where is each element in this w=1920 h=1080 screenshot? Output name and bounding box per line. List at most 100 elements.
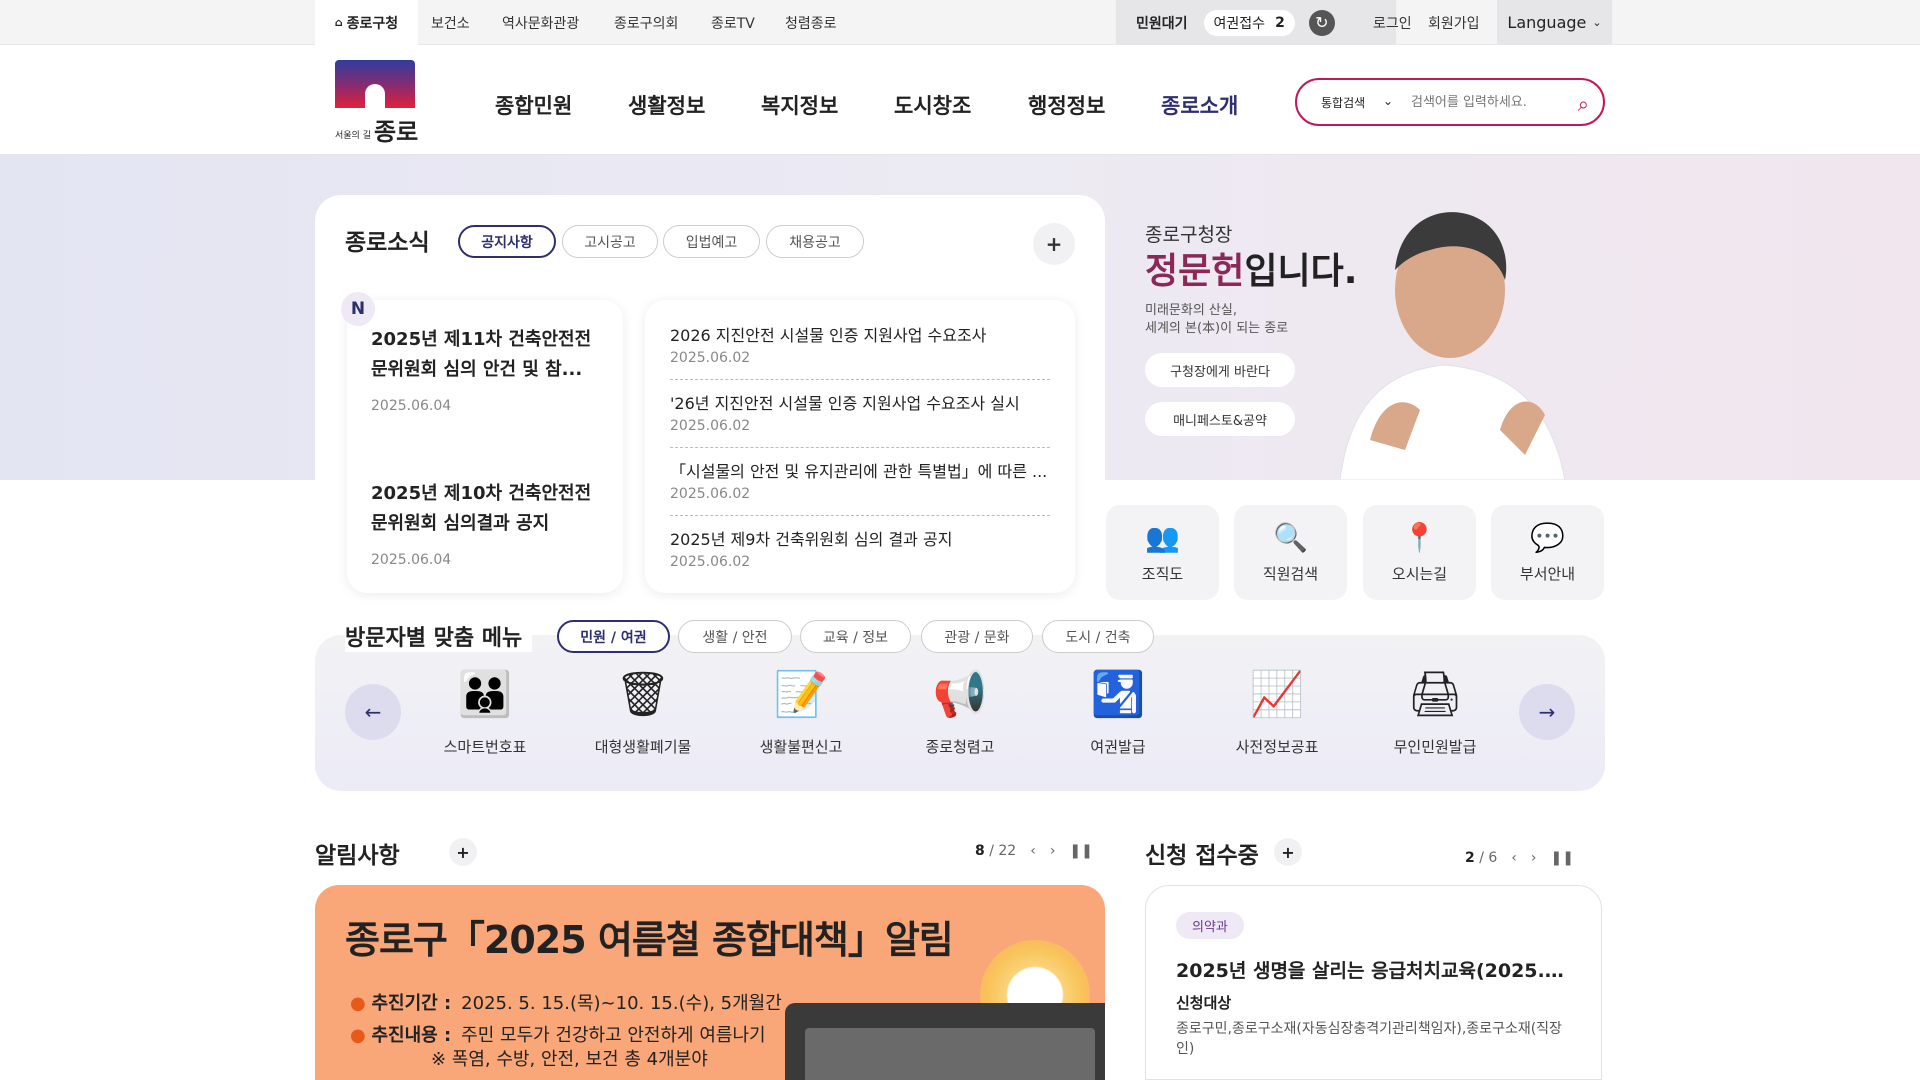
link-district-council[interactable]: 종로구의회 [614,0,678,45]
manifesto-button[interactable]: 매니페스토&공약 [1145,402,1295,436]
visitor-item-passport[interactable]: 🛂 여권발급 [1043,668,1193,757]
tab-notice[interactable]: 공지사항 [458,225,556,258]
gnb-admin[interactable]: 행정정보 [1028,90,1105,120]
gnb-about[interactable]: 종로소개 [1161,90,1238,120]
tab-announcement[interactable]: 고시공고 [562,225,658,258]
visitor-menu-title: 방문자별 맞춤 메뉴 [345,620,533,652]
mayor-photo [1339,212,1566,480]
quick-staff-search[interactable]: 🔍 직원검색 [1234,505,1347,600]
tab-legislation[interactable]: 입법예고 [663,225,760,258]
featured-date-2: 2025.06.04 [371,552,452,568]
chevron-down-icon: ⌄ [1382,93,1393,108]
plus-icon: + [1281,842,1295,862]
quick-org-chart[interactable]: 👥 조직도 [1106,505,1219,600]
banner-content: ● 추진내용 : 주민 모두가 건강하고 안전하게 여름나기 [350,1025,766,1046]
gnb-civil[interactable]: 종합민원 [495,90,572,120]
next-arrow-icon[interactable]: → [1519,684,1575,740]
pause-icon[interactable]: ❚❚ [1551,850,1574,866]
search-box: 통합검색⌄ ⌕ [1295,78,1605,126]
people-icon: 👥 [1145,521,1180,554]
gnb-city[interactable]: 도시창조 [894,90,971,120]
tab-recruit[interactable]: 채용공고 [766,225,864,258]
logo-mark [335,60,415,108]
news-more-button[interactable]: + [1033,223,1075,265]
passport-wait-pill: 여권접수 2 [1203,9,1295,36]
chart-document-icon: 📈 [1250,668,1311,730]
civil-wait-status: 민원대기 여권접수 2 ↻ [1116,0,1396,45]
chevron-left-icon[interactable]: ‹ [1030,843,1036,859]
report-icon: 📝 [774,668,835,730]
apply-more-button[interactable]: + [1274,838,1302,866]
utility-bar: ⌂ 종로구청 보건소 역사문화관광 종로구의회 종로TV 청렴종로 민원대기 여권… [0,0,1920,45]
list-item[interactable]: '26년 지진안전 시설물 인증 지원사업 수요조사 실시 2025.06.02 [670,380,1050,448]
wait-label: 민원대기 [1136,15,1188,32]
search-input[interactable] [1411,94,1561,110]
link-culture-tourism[interactable]: 역사문화관광 [502,0,579,45]
vtab-life-safety[interactable]: 생활 / 안전 [678,620,792,653]
banner-period: ● 추진기간 :2025. 5. 15.(목)~10. 15.(수), 5개월간 [350,993,782,1014]
refresh-icon[interactable]: ↻ [1308,9,1335,36]
vtab-urban[interactable]: 도시 / 건축 [1042,620,1154,653]
gnb-welfare[interactable]: 복지정보 [761,90,838,120]
link-integrity[interactable]: 청렴종로 [785,0,837,45]
home-icon: ⌂ [334,16,343,29]
apply-pager: 2 / 6 ‹ › ❚❚ [1465,850,1574,866]
passport-icon: 🛂 [1091,668,1152,730]
new-badge: N [341,292,375,326]
apply-item-title: 2025년 생명을 살리는 응급처치교육(2025.06.25... [1176,960,1576,982]
chevron-left-icon[interactable]: ‹ [1511,850,1517,866]
trash-bin-icon: 🗑 [615,668,677,730]
department-tag: 의약과 [1176,912,1244,939]
megaphone-icon: 📢 [933,668,994,730]
visitor-item-integrity[interactable]: 📢 종로청렴고 [885,668,1035,757]
featured-title-1[interactable]: 2025년 제11차 건축안전전문위원회 심의 안건 및 참... [371,325,601,385]
featured-date-1: 2025.06.04 [371,398,452,414]
notice-title: 알림사항 [315,843,400,869]
target-label: 신청대상 [1176,994,1232,1012]
apply-title: 신청 접수중 [1145,843,1259,869]
vtab-education[interactable]: 교육 / 정보 [800,620,911,653]
language-select[interactable]: Language ⌄ [1497,0,1612,45]
visitor-item-complaint[interactable]: 📝 생활불편신고 [726,668,876,757]
quick-departments[interactable]: 💬 부서안내 [1491,505,1604,600]
chat-bubble-icon: 💬 [1530,521,1565,554]
visitor-item-kiosk[interactable]: 🖨 무인민원발급 [1360,668,1510,757]
signup-link[interactable]: 회원가입 [1428,0,1480,45]
link-jongno-tv[interactable]: 종로TV [711,0,755,45]
location-pin-icon: 📍 [1402,521,1437,554]
visitor-item-bulky-waste[interactable]: 🗑 대형생활폐기물 [568,668,718,757]
search-icon[interactable]: ⌕ [1578,92,1589,116]
home-link[interactable]: ⌂ 종로구청 [315,0,418,45]
list-item[interactable]: 2026 지진안전 시설물 인증 지원사업 수요조사 2025.06.02 [670,312,1050,380]
magnifier-icon: 🔍 [1273,521,1308,554]
site-logo[interactable]: 서울의 길 종로 [335,60,419,146]
visitor-item-smart-ticket[interactable]: 👪 스마트번호표 [410,668,560,757]
vtab-tourism[interactable]: 관광 / 문화 [921,620,1033,653]
chevron-right-icon[interactable]: › [1050,843,1056,859]
target-value: 종로구민,종로구소재(자동심장충격기관리책임자),종로구소재(직장인) [1176,1021,1562,1057]
banner-note: ※ 폭염, 수방, 안전, 보건 총 4개분야 [431,1049,708,1070]
link-health-center[interactable]: 보건소 [431,0,470,45]
list-item[interactable]: 2025년 제9차 건축위원회 심의 결과 공지 2025.06.02 [670,516,1050,584]
queue-people-icon: 👪 [458,668,519,730]
search-scope-select[interactable]: 통합검색 ⌄ [1321,94,1401,111]
plus-icon: + [1045,232,1063,256]
notice-banner[interactable]: 종로구「2025 여름철 종합대책」알림 ● 추진기간 :2025. 5. 15… [315,885,1105,1080]
apply-card[interactable]: 의약과 2025년 생명을 살리는 응급처치교육(2025.06.25... 신… [1145,885,1602,1080]
vtab-civil-passport[interactable]: 민원 / 여권 [557,620,670,653]
plus-icon: + [456,842,470,862]
notice-pager: 8 / 22 ‹ › ❚❚ [975,843,1093,859]
login-link[interactable]: 로그인 [1373,0,1412,45]
quick-directions[interactable]: 📍 오시는길 [1363,505,1476,600]
bus-stop-graphic [785,1003,1105,1080]
gnb-life[interactable]: 생활정보 [628,90,705,120]
prev-arrow-icon[interactable]: ← [345,684,401,740]
list-item[interactable]: 「시설물의 안전 및 유지관리에 관한 특별법」에 따른 ... 2025.06.… [670,448,1050,516]
chevron-right-icon[interactable]: › [1531,850,1537,866]
pause-icon[interactable]: ❚❚ [1069,843,1092,859]
notice-more-button[interactable]: + [449,838,477,866]
mayor-description: 미래문화의 산실, 세계의 본(本)이 되는 종로 [1145,303,1289,336]
mayor-request-button[interactable]: 구청장에게 바란다 [1145,353,1295,387]
visitor-item-info-disclosure[interactable]: 📈 사전정보공표 [1202,668,1352,757]
featured-title-2[interactable]: 2025년 제10차 건축안전전문위원회 심의결과 공지 [371,479,601,539]
